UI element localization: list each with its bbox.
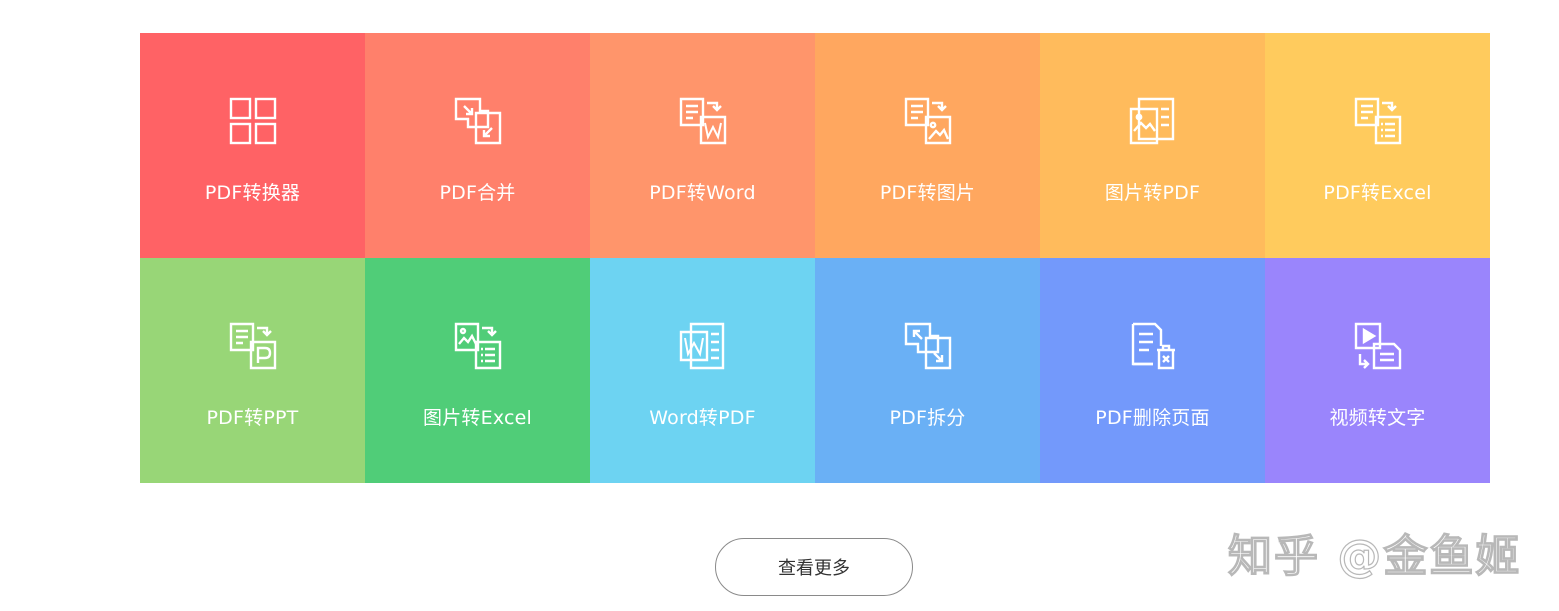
tool-label: 视频转文字 bbox=[1329, 407, 1426, 429]
tool-tile-pdf-merge[interactable]: PDF合并 bbox=[365, 33, 590, 258]
tool-label: Word转PDF bbox=[649, 407, 756, 429]
tool-label: PDF合并 bbox=[439, 182, 516, 204]
pdf-to-excel-icon bbox=[1352, 95, 1404, 147]
tool-label: PDF转PPT bbox=[206, 407, 299, 429]
tool-tile-pdf-converter[interactable]: PDF转换器 bbox=[140, 33, 365, 258]
tool-label: PDF拆分 bbox=[889, 407, 966, 429]
tool-label: PDF转图片 bbox=[879, 182, 976, 204]
watermark: 知乎 @金鱼姬 bbox=[1227, 530, 1522, 582]
tool-label: PDF转换器 bbox=[204, 182, 301, 204]
tool-tile-pdf-to-word[interactable]: PDF转Word bbox=[590, 33, 815, 258]
video-to-text-icon bbox=[1352, 320, 1404, 372]
pdf-to-word-icon bbox=[677, 95, 729, 147]
pdf-to-image-icon bbox=[902, 95, 954, 147]
grid-icon bbox=[227, 95, 279, 147]
delete-page-icon bbox=[1127, 320, 1179, 372]
word-to-pdf-icon bbox=[677, 320, 729, 372]
tool-tile-image-to-excel[interactable]: 图片转Excel bbox=[365, 258, 590, 483]
pdf-to-ppt-icon bbox=[227, 320, 279, 372]
split-icon bbox=[902, 320, 954, 372]
tool-label: 图片转Excel bbox=[423, 407, 532, 429]
tool-tile-pdf-to-excel[interactable]: PDF转Excel bbox=[1265, 33, 1490, 258]
tool-tile-pdf-split[interactable]: PDF拆分 bbox=[815, 258, 1040, 483]
merge-icon bbox=[452, 95, 504, 147]
tool-tile-word-to-pdf[interactable]: Word转PDF bbox=[590, 258, 815, 483]
tool-label: PDF转Excel bbox=[1323, 182, 1432, 204]
tool-tile-video-to-text[interactable]: 视频转文字 bbox=[1265, 258, 1490, 483]
image-to-pdf-icon bbox=[1127, 95, 1179, 147]
tool-tile-pdf-to-ppt[interactable]: PDF转PPT bbox=[140, 258, 365, 483]
tool-tile-pdf-to-image[interactable]: PDF转图片 bbox=[815, 33, 1040, 258]
view-more-button[interactable]: 查看更多 bbox=[715, 538, 913, 596]
tool-label: PDF删除页面 bbox=[1095, 407, 1210, 429]
image-to-excel-icon bbox=[452, 320, 504, 372]
tool-grid: PDF转换器 PDF合并 PDF转Word PDF转图片 图片转PDF PDF转… bbox=[140, 33, 1490, 483]
tool-label: 图片转PDF bbox=[1104, 182, 1201, 204]
tool-tile-image-to-pdf[interactable]: 图片转PDF bbox=[1040, 33, 1265, 258]
tool-tile-pdf-delete-page[interactable]: PDF删除页面 bbox=[1040, 258, 1265, 483]
tool-label: PDF转Word bbox=[649, 182, 756, 204]
